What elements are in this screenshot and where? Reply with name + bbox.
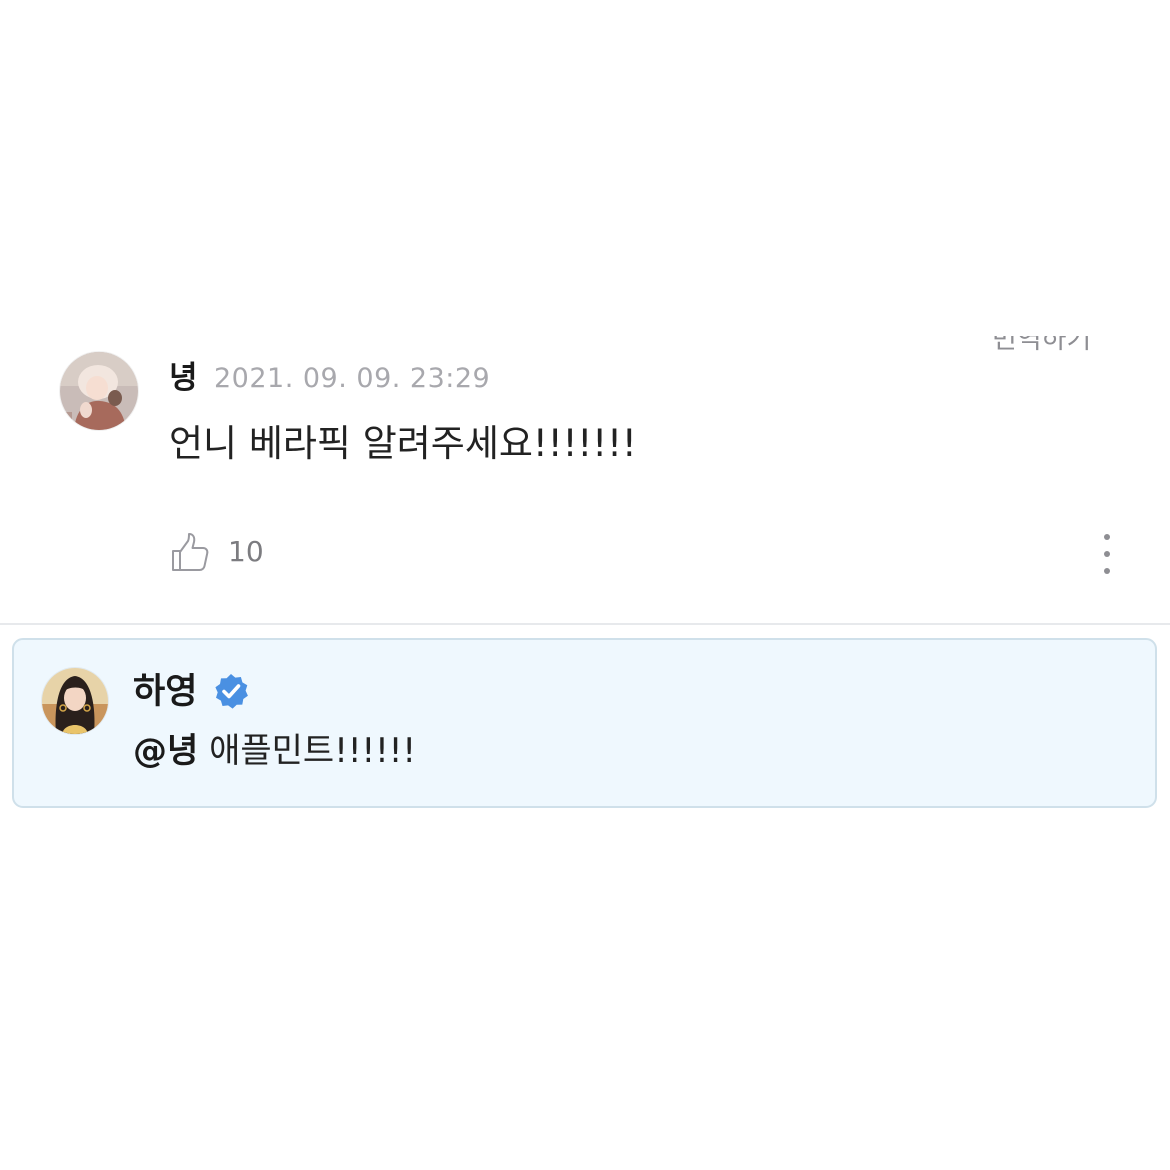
comment-item: 녕 2021. 09. 09. 23:29 번역하기 언니 베라픽 알려주세요!… [0, 330, 1170, 620]
mention-link[interactable]: @녕 [133, 731, 198, 771]
like-button[interactable]: 10 [170, 526, 280, 578]
avatar-image [60, 352, 138, 430]
more-dot-icon [1104, 551, 1110, 557]
reply-author-name[interactable]: 하영 [133, 670, 197, 714]
comment-author-name[interactable]: 녕 [169, 358, 198, 398]
comment-divider [0, 623, 1170, 625]
comment-timestamp: 2021. 09. 09. 23:29 [214, 363, 491, 394]
reply-item: 하영 @녕 애플민트!!!!!! [12, 638, 1157, 808]
reply-text: @녕 애플민트!!!!!! [133, 728, 416, 774]
more-options-button[interactable] [1094, 534, 1120, 574]
commenter-avatar[interactable] [60, 352, 138, 430]
reply-message: 애플민트!!!!!! [198, 731, 416, 771]
avatar-image [42, 668, 108, 734]
verified-badge-icon [215, 674, 248, 709]
comment-text: 언니 베라픽 알려주세요!!!!!!! [169, 422, 637, 465]
more-dot-icon [1104, 534, 1110, 540]
like-count: 10 [228, 535, 264, 568]
comment-thread: 녕 2021. 09. 09. 23:29 번역하기 언니 베라픽 알려주세요!… [0, 0, 1170, 1170]
replier-avatar[interactable] [42, 668, 108, 734]
more-dot-icon [1104, 568, 1110, 574]
thumbs-up-icon [172, 533, 209, 571]
translate-label: 번역하기 [992, 336, 1092, 355]
translate-button[interactable]: 번역하기 [992, 336, 1096, 364]
